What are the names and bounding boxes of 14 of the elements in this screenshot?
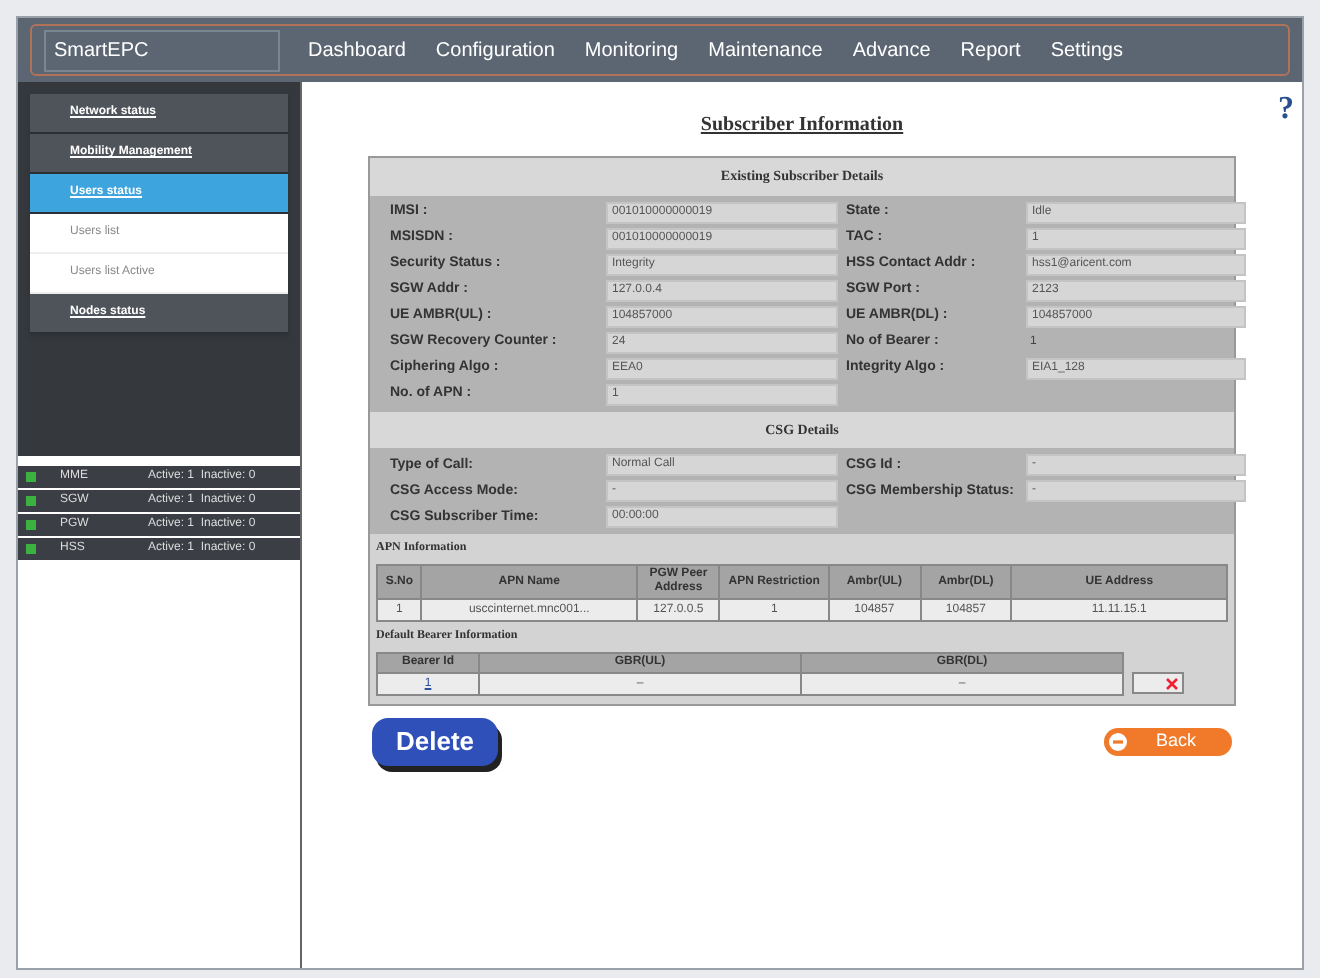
nav-link[interactable]: Maintenance <box>708 35 823 65</box>
delete-row-button[interactable] <box>1132 672 1184 694</box>
help-link[interactable]: ? <box>1278 86 1294 134</box>
page-title: Subscriber Information <box>700 112 904 140</box>
nav-link[interactable]: Report <box>960 35 1021 65</box>
close-icon <box>1166 677 1178 689</box>
app-brand: SmartEPC <box>44 29 280 71</box>
nav-link[interactable]: Monitoring <box>584 35 679 65</box>
nav-link[interactable]: Advance <box>852 35 931 65</box>
delete-button[interactable]: Delete <box>372 718 499 766</box>
nav-link[interactable]: Configuration <box>435 35 555 65</box>
nav-link[interactable]: Settings <box>1050 35 1123 65</box>
nav-link[interactable]: Dashboard <box>308 35 406 65</box>
minus-icon <box>1107 732 1128 752</box>
